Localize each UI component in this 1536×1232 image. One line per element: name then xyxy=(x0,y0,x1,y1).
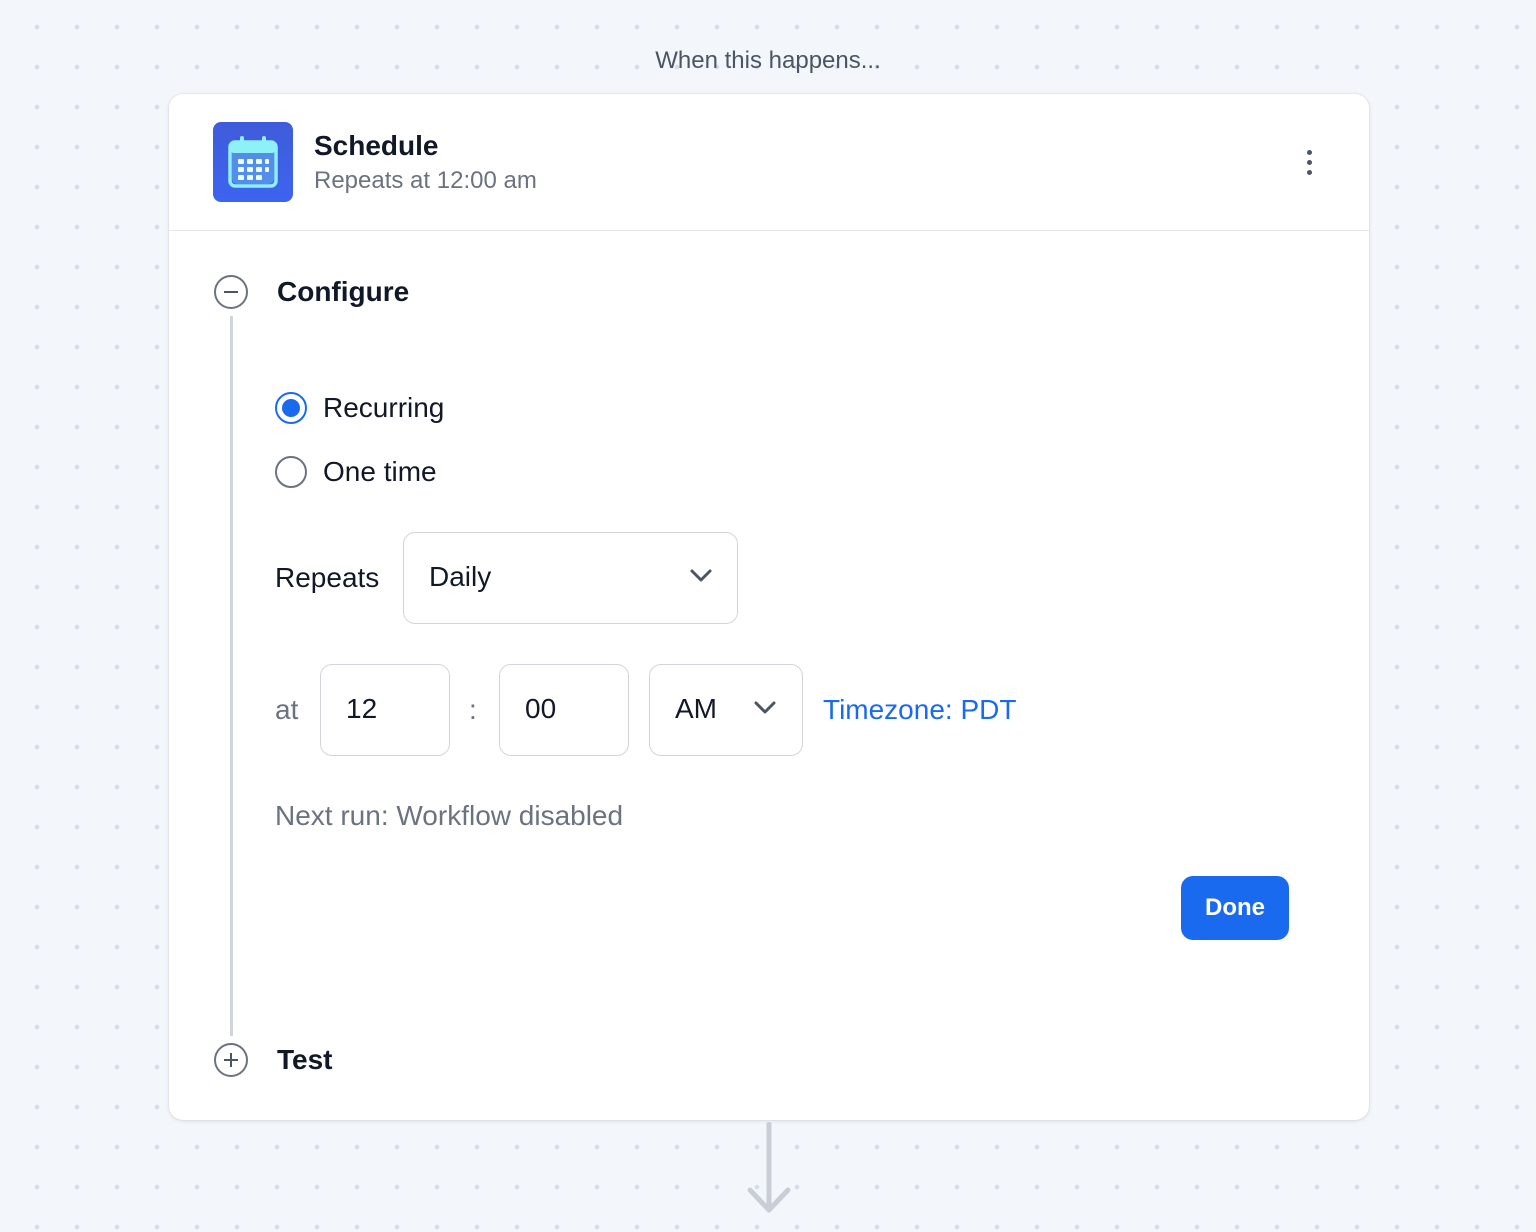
minute-value: 00 xyxy=(525,693,557,724)
done-button[interactable]: Done xyxy=(1181,876,1289,940)
step-configure-title[interactable]: Configure xyxy=(277,273,409,311)
step-connector-line xyxy=(230,316,233,1036)
repeats-select[interactable]: Daily xyxy=(403,532,738,624)
minute-input[interactable]: 00 xyxy=(499,664,629,756)
trigger-card: Schedule Repeats at 12:00 am Configure R… xyxy=(169,94,1369,1120)
repeats-label: Repeats xyxy=(275,562,380,593)
trigger-header[interactable]: Schedule Repeats at 12:00 am xyxy=(169,94,1369,231)
time-separator: : xyxy=(469,694,477,725)
radio-recurring[interactable]: Recurring xyxy=(275,390,444,426)
more-vertical-icon xyxy=(1306,169,1312,175)
radio-unchecked-indicator[interactable] xyxy=(275,456,307,488)
hour-input[interactable]: 12 xyxy=(320,664,450,756)
radio-one-time[interactable]: One time xyxy=(275,454,437,490)
am-pm-value: AM xyxy=(675,693,717,724)
chevron-down-icon xyxy=(690,569,712,582)
canvas-caption: When this happens... xyxy=(655,47,881,74)
more-vertical-icon xyxy=(1306,159,1312,165)
radio-checked-indicator[interactable] xyxy=(275,392,307,424)
trigger-summary: Repeats at 12:00 am xyxy=(314,167,537,194)
repeats-select-value: Daily xyxy=(429,561,492,592)
schedule-app-icon xyxy=(213,122,293,202)
trigger-title: Schedule xyxy=(314,130,439,161)
calendar-icon xyxy=(228,136,278,188)
radio-label-one-time: One time xyxy=(323,456,437,487)
more-options-button[interactable] xyxy=(1289,142,1329,182)
timezone-link[interactable]: Timezone: PDT xyxy=(823,692,1016,728)
radio-label-recurring: Recurring xyxy=(323,392,445,423)
chevron-down-icon xyxy=(754,701,776,714)
hour-value: 12 xyxy=(346,693,378,724)
am-pm-select[interactable]: AM xyxy=(649,664,803,756)
collapse-minus-icon[interactable] xyxy=(214,275,248,309)
more-vertical-icon xyxy=(1306,149,1312,155)
time-at-label: at xyxy=(275,694,299,725)
expand-plus-icon[interactable] xyxy=(214,1043,248,1077)
step-test-title[interactable]: Test xyxy=(277,1041,333,1079)
arrow-down-icon xyxy=(747,1122,791,1213)
next-run-status: Next run: Workflow disabled xyxy=(275,800,624,831)
